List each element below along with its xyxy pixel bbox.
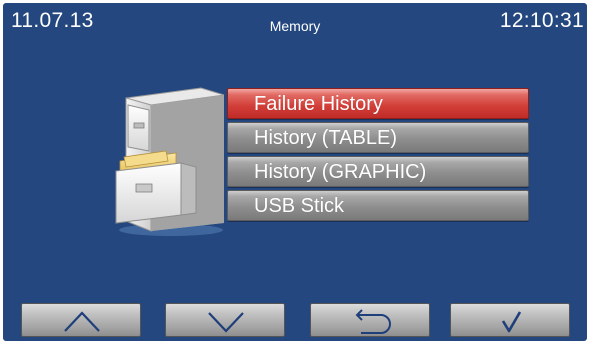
menu-item-label: History (GRAPHIC)	[254, 161, 427, 183]
menu-item-history-table[interactable]: History (TABLE)	[227, 122, 529, 153]
checkmark-icon	[501, 311, 522, 333]
up-button[interactable]	[21, 303, 141, 337]
return-arrow-icon	[355, 309, 391, 334]
memory-menu: Failure History History (TABLE) History …	[227, 88, 529, 224]
memory-panel: 11.07.13 Memory 12:10:31 Failure History…	[3, 3, 587, 341]
device-screen: 11.07.13 Memory 12:10:31 Failure History…	[0, 0, 591, 345]
menu-item-history-graphic[interactable]: History (GRAPHIC)	[227, 156, 529, 187]
back-button[interactable]	[310, 303, 430, 337]
menu-item-label: History (TABLE)	[254, 127, 397, 149]
time-display: 12:10:31	[499, 9, 584, 32]
menu-item-label: Failure History	[254, 93, 383, 115]
chevron-up-icon	[64, 311, 100, 332]
confirm-button[interactable]	[450, 303, 570, 337]
menu-item-label: USB Stick	[254, 195, 345, 217]
file-cabinet-icon	[106, 83, 231, 238]
menu-item-failure-history[interactable]: Failure History	[227, 88, 529, 119]
chevron-down-icon	[208, 312, 244, 333]
down-button[interactable]	[165, 303, 285, 337]
menu-item-usb-stick[interactable]: USB Stick	[227, 190, 529, 221]
